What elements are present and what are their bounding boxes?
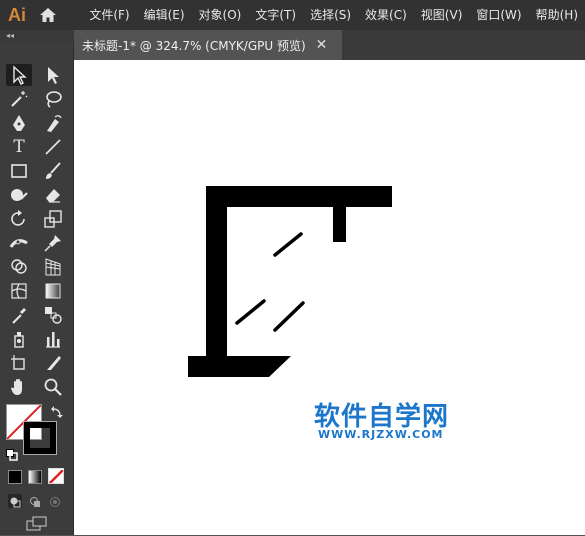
line-segment-tool-icon[interactable] — [40, 136, 66, 158]
menu-effect[interactable]: 效果(C) — [358, 0, 414, 30]
magic-wand-tool-icon[interactable] — [6, 88, 32, 110]
draw-inside-icon[interactable] — [48, 494, 62, 508]
document-tab[interactable]: 未标题-1* @ 324.7% (CMYK/GPU 预览) ✕ — [74, 30, 342, 60]
lasso-tool-icon[interactable] — [40, 88, 66, 110]
direct-selection-tool-icon[interactable] — [40, 64, 66, 86]
menu-object[interactable]: 对象(O) — [192, 0, 249, 30]
app-logo[interactable]: Ai — [0, 0, 34, 30]
menu-file[interactable]: 文件(F) — [82, 0, 136, 30]
gradient-tool-icon[interactable] — [40, 280, 66, 302]
screen-mode-icon[interactable] — [26, 516, 48, 532]
document-tab-title: 未标题-1* @ 324.7% (CMYK/GPU 预览) — [82, 38, 306, 53]
color-mode-button[interactable] — [8, 470, 22, 484]
tools-panel: T — [0, 42, 74, 535]
eraser-tool-icon[interactable] — [40, 184, 66, 206]
swap-fill-stroke-icon[interactable] — [50, 404, 64, 418]
eyedropper-tool-icon[interactable] — [6, 304, 32, 326]
stroke-swatch[interactable] — [23, 421, 57, 455]
artwork — [188, 186, 392, 377]
paintbrush-tool-icon[interactable] — [40, 160, 66, 182]
pen-tool-icon[interactable] — [6, 112, 32, 134]
menu-select[interactable]: 选择(S) — [303, 0, 358, 30]
menu-help[interactable]: 帮助(H) — [529, 0, 585, 30]
shaper-tool-icon[interactable] — [6, 184, 32, 206]
artwork-right-stub[interactable] — [333, 200, 346, 242]
menu-type[interactable]: 文字(T) — [248, 0, 303, 30]
none-mode-button[interactable] — [48, 468, 64, 484]
artwork-vertical-post[interactable] — [206, 186, 227, 362]
rotate-tool-icon[interactable] — [6, 208, 32, 230]
width-tool-icon[interactable] — [6, 232, 32, 254]
curvature-tool-icon[interactable] — [40, 112, 66, 134]
menu-items: 文件(F) 编辑(E) 对象(O) 文字(T) 选择(S) 效果(C) 视图(V… — [82, 0, 585, 30]
puppet-warp-tool-icon[interactable] — [40, 232, 66, 254]
artwork-base[interactable] — [188, 356, 291, 377]
slice-tool-icon[interactable] — [40, 352, 66, 374]
artwork-reflection-line-2[interactable] — [235, 299, 266, 325]
type-tool-icon[interactable]: T — [6, 136, 32, 158]
artwork-reflection-line-1[interactable] — [273, 232, 303, 257]
hand-tool-icon[interactable] — [6, 376, 32, 398]
menu-bar: Ai 文件(F) 编辑(E) 对象(O) 文字(T) 选择(S) 效果(C) 视… — [0, 0, 585, 30]
selection-tool-icon[interactable] — [6, 64, 32, 86]
menu-view[interactable]: 视图(V) — [414, 0, 470, 30]
symbol-sprayer-tool-icon[interactable] — [6, 328, 32, 350]
watermark-url: WWW.RJZXW.COM — [318, 428, 444, 441]
rectangle-tool-icon[interactable] — [6, 160, 32, 182]
draw-behind-icon[interactable] — [28, 494, 42, 508]
document-tab-bar: 未标题-1* @ 324.7% (CMYK/GPU 预览) ✕ — [74, 30, 585, 60]
zoom-tool-icon[interactable] — [40, 376, 66, 398]
scale-tool-icon[interactable] — [40, 208, 66, 230]
blend-tool-icon[interactable] — [40, 304, 66, 326]
draw-normal-icon[interactable] — [8, 494, 22, 508]
gradient-mode-button[interactable] — [28, 470, 42, 484]
toolbar-collapse-grip[interactable]: ◂◂ — [0, 30, 74, 42]
artwork-reflection-line-3[interactable] — [273, 301, 305, 332]
shape-builder-tool-icon[interactable] — [6, 256, 32, 278]
tab-close-icon[interactable]: ✕ — [316, 37, 328, 53]
artboard-tool-icon[interactable] — [6, 352, 32, 374]
menu-edit[interactable]: 编辑(E) — [137, 0, 192, 30]
default-fill-stroke-icon[interactable] — [6, 446, 18, 461]
perspective-grid-tool-icon[interactable] — [40, 256, 66, 278]
artboard-canvas[interactable]: 软件自学网 WWW.RJZXW.COM — [74, 60, 585, 535]
type-tool-glyph: T — [13, 137, 25, 157]
column-graph-tool-icon[interactable] — [40, 328, 66, 350]
home-icon[interactable] — [34, 0, 62, 30]
mesh-tool-icon[interactable] — [6, 280, 32, 302]
menu-window[interactable]: 窗口(W) — [469, 0, 528, 30]
artwork-top-bar[interactable] — [206, 186, 392, 207]
